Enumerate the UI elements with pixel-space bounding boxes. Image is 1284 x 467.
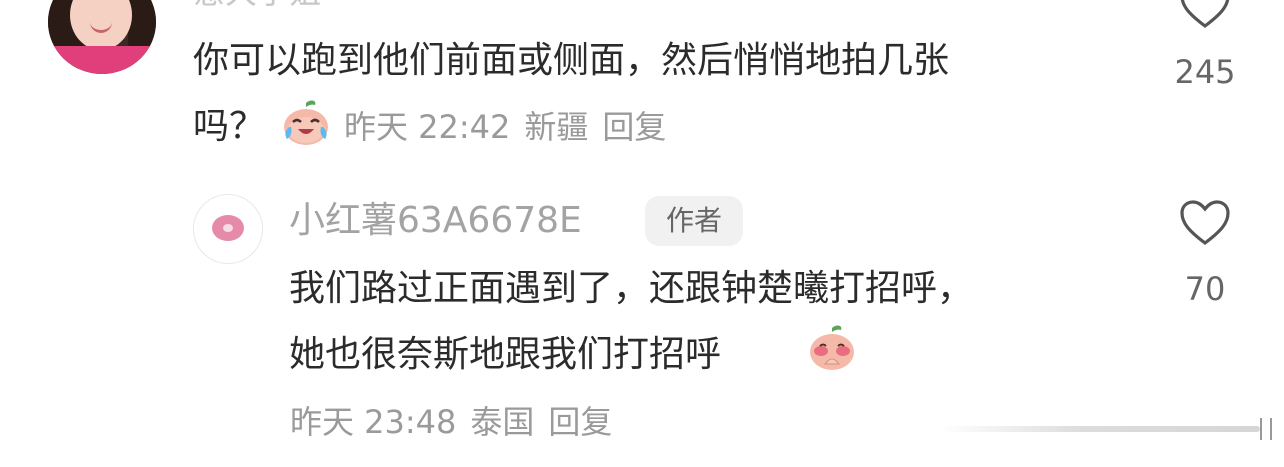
reply-username[interactable]: 小红薯63A6678E bbox=[289, 203, 582, 239]
reply-meta: 昨天 23:48 泰国 回复 bbox=[290, 406, 626, 438]
top-comment-like-button[interactable]: 245 bbox=[1160, 0, 1250, 88]
top-comment-meta: 昨天 22:42 新疆 回复 bbox=[344, 111, 680, 143]
reply-text-line2: 她也很奈斯地跟我们打招呼 bbox=[289, 334, 722, 375]
reply-time: 昨天 23:48 bbox=[290, 403, 457, 441]
top-comment-username[interactable]: 意大小姐 bbox=[193, 0, 321, 8]
blushing-praying-emoji-icon bbox=[810, 325, 854, 370]
top-comment-text-line2: 吗？ bbox=[193, 106, 266, 147]
top-comment-time: 昨天 22:42 bbox=[344, 108, 511, 146]
scrollbar-track[interactable] bbox=[940, 426, 1260, 432]
reply-like-button[interactable]: 70 bbox=[1160, 199, 1250, 305]
avatar-top-commenter[interactable] bbox=[48, 0, 156, 74]
author-badge: 作者 bbox=[645, 196, 743, 246]
avatar-shirt bbox=[48, 46, 156, 74]
heart-outline-icon bbox=[1180, 200, 1230, 246]
reply-location: 泰国 bbox=[470, 403, 535, 441]
reply-reply-button[interactable]: 回复 bbox=[548, 403, 612, 441]
top-comment-text-line1: 你可以跑到他们前面或侧面，然后悄悄地拍几张 bbox=[193, 40, 950, 81]
scrollbar-handle[interactable] bbox=[1260, 418, 1272, 440]
heart-outline-icon bbox=[1180, 0, 1230, 29]
reply-like-count: 70 bbox=[1184, 270, 1226, 308]
top-comment-location: 新疆 bbox=[524, 108, 589, 146]
laughing-crying-emoji-icon bbox=[284, 100, 328, 145]
top-comment-like-count: 245 bbox=[1174, 53, 1236, 91]
horizontal-scrollbar[interactable] bbox=[940, 418, 1272, 440]
reply-text-line1: 我们路过正面遇到了，还跟钟楚曦打招呼， bbox=[289, 268, 974, 309]
avatar-reply-author[interactable] bbox=[193, 194, 263, 264]
donut-avatar-icon bbox=[212, 215, 244, 241]
top-comment-reply-button[interactable]: 回复 bbox=[602, 108, 666, 146]
